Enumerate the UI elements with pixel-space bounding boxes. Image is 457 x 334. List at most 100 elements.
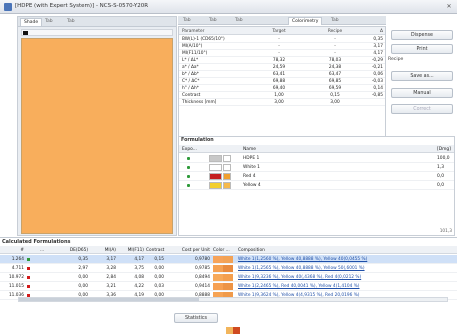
row-recipe: -: [334, 51, 336, 56]
manual-button[interactable]: Manual: [391, 88, 453, 98]
calc-row[interactable]: 1.264 0,35 3,17 4,17 0,15 0,9780 White 1(1,256…: [0, 255, 457, 264]
calc-cost: 0,9780: [194, 257, 210, 262]
calc-row[interactable]: 10.972 0,00 2,84 4,08 0,00 0,8494 White 1(9,32…: [0, 273, 457, 282]
row-parameter: C* / ΔC*: [182, 79, 200, 84]
strip-swatch: [233, 327, 240, 334]
composition-link[interactable]: White 1(1,2560 %), Yellow 40,8888 %), Ye…: [238, 257, 367, 262]
tab-right-3[interactable]: Tab: [232, 17, 246, 25]
scrollbar-thumb[interactable]: [19, 298, 199, 301]
correct-button[interactable]: Correct: [391, 104, 453, 114]
calc-composition[interactable]: White 1(1,2565 %), Yellow 40,8888 %), Ye…: [238, 266, 453, 271]
strip-swatch: [226, 327, 233, 334]
header-delta: Δ: [380, 28, 383, 34]
statistics-button[interactable]: Statistics: [174, 313, 218, 323]
black-swatch[interactable]: [23, 31, 28, 35]
formulation-header: Expo... Name [Dmg]: [179, 145, 454, 153]
colorimetry-row: Thickness [mm] 3,00 3,00: [179, 99, 385, 106]
marker-square-icon: [27, 257, 30, 261]
row-parameter: h° / Δh*: [182, 86, 199, 91]
save-as-button[interactable]: Save as...: [391, 71, 453, 81]
row-parameter: a* / Δa*: [182, 65, 199, 70]
colorimetry-row: C* / ΔC* 69,88 69,85 -0,03: [179, 78, 385, 85]
header-composition[interactable]: Composition: [238, 248, 453, 253]
calc-de: 2,97: [78, 266, 88, 271]
colorant-name: HDPE 1: [243, 156, 260, 161]
formulation-row[interactable]: Red 4 0,0: [179, 172, 454, 181]
header-contrast[interactable]: Contrast: [146, 248, 164, 253]
formulation-panel: Formulation Expo... Name [Dmg] HDPE 1 100…: [178, 136, 455, 236]
formulation-row[interactable]: Yellow 4 0,0: [179, 181, 454, 190]
tab-right-2[interactable]: Tab: [206, 17, 220, 25]
tab-left-2[interactable]: Tab: [42, 18, 56, 26]
marker-square-icon: [27, 284, 30, 288]
row-recipe: 3,00: [330, 100, 340, 105]
header-dots[interactable]: ...: [40, 248, 44, 253]
tab-right-1[interactable]: Tab: [180, 17, 194, 25]
calc-mi-f11: 4,17: [134, 257, 144, 262]
row-target: 1,00: [274, 93, 284, 98]
header-mi-f11[interactable]: MI(F11): [120, 248, 144, 253]
header-index[interactable]: #: [2, 248, 24, 253]
calc-mi-f11: 3,75: [134, 266, 144, 271]
colorimetry-row: a* / Δa* 24,59 24,38 -0,21: [179, 64, 385, 71]
row-target: -: [278, 44, 280, 49]
window-title: [HDPE (with Expert System)] - NCS-S-0570…: [15, 3, 149, 9]
calc-contrast: 0,00: [154, 266, 164, 271]
colorimetry-table: Parameter Target Recipe Δ BW(L)-1 (CD65/…: [178, 26, 386, 151]
composition-link[interactable]: White 1(9,3236 %), Yellow 40(,4368 %), R…: [238, 275, 361, 280]
calc-index: 4.711: [11, 266, 24, 271]
color-recipe-swatch: [223, 283, 233, 290]
dispense-button[interactable]: Dispense: [391, 30, 453, 40]
status-dot-icon: [187, 166, 190, 169]
composition-link[interactable]: White 1(2,2465 %), Red 40,0041 %), Yello…: [238, 284, 359, 289]
row-delta: -0,29: [371, 58, 383, 63]
color-recipe-swatch: [223, 274, 233, 281]
composition-link[interactable]: White 1(1,2565 %), Yellow 40,8888 %), Ye…: [238, 266, 365, 271]
action-buttons: Dispense Print Recipe Save as... Manual …: [388, 24, 455, 151]
tab-shade[interactable]: Shade: [20, 18, 43, 26]
color-preview-swatch: [21, 38, 173, 234]
colorant-name: Yellow 4: [243, 183, 261, 188]
row-delta: -0,21: [371, 65, 383, 70]
colorant-swatch: [209, 164, 222, 171]
colorant-swatch: [209, 173, 222, 180]
status-dot-icon: [187, 175, 190, 178]
close-icon[interactable]: ✕: [444, 2, 454, 11]
calc-composition[interactable]: White 1(9,3236 %), Yellow 40(,4368 %), R…: [238, 275, 453, 280]
header-cost[interactable]: Cost per Unit: [170, 248, 210, 253]
calc-composition[interactable]: White 1(2,2465 %), Red 40,0041 %), Yello…: [238, 284, 453, 289]
tab-colorimetry[interactable]: Colorimetry: [288, 17, 323, 25]
colorimetry-row: L* / ΔL* 78,32 78,03 -0,29: [179, 57, 385, 64]
recipe-label: Recipe: [388, 57, 404, 62]
shade-toolbar: [21, 29, 173, 36]
formulation-row[interactable]: HDPE 1 100,0: [179, 154, 454, 163]
formulation-row[interactable]: White 1 1,3: [179, 163, 454, 172]
colorimetry-row: b* / Δb* 63,41 63,47 0,06: [179, 71, 385, 78]
header-recipe: Recipe: [327, 28, 343, 34]
tab-right-5[interactable]: Tab: [328, 17, 342, 25]
app-icon: [4, 3, 12, 11]
calc-index: 11.015: [8, 284, 24, 289]
header-parameter: Parameter: [182, 28, 205, 34]
row-recipe: -: [334, 44, 336, 49]
row-target: 24,59: [272, 65, 286, 70]
header-name: Name: [243, 146, 256, 152]
row-recipe: 24,38: [328, 65, 342, 70]
header-color[interactable]: Color ...: [213, 248, 230, 253]
tab-left-3[interactable]: Tab: [64, 18, 78, 26]
row-parameter: L* / ΔL*: [182, 58, 199, 63]
calc-mi-a: 2,84: [106, 275, 116, 280]
row-recipe: 69,59: [328, 86, 342, 91]
calc-row[interactable]: 4.711 2,97 3,28 3,75 0,00 0,9785 White 1(1,256…: [0, 264, 457, 273]
calc-composition[interactable]: White 1(1,2560 %), Yellow 40,8888 %), Ye…: [238, 257, 453, 262]
calc-row[interactable]: 11.015 0,00 3,21 4,22 0,03 0,9414 White 1(2,24…: [0, 282, 457, 291]
header-target: Target: [272, 28, 286, 34]
header-mi-a[interactable]: MI(A): [92, 248, 116, 253]
row-delta: -0,85: [371, 93, 383, 98]
header-de[interactable]: DE(D65): [60, 248, 88, 253]
color-target-swatch: [213, 283, 223, 290]
calc-marker: [27, 284, 32, 288]
horizontal-scrollbar[interactable]: [18, 297, 448, 302]
print-button[interactable]: Print: [391, 44, 453, 54]
calc-de: 0,00: [78, 275, 88, 280]
